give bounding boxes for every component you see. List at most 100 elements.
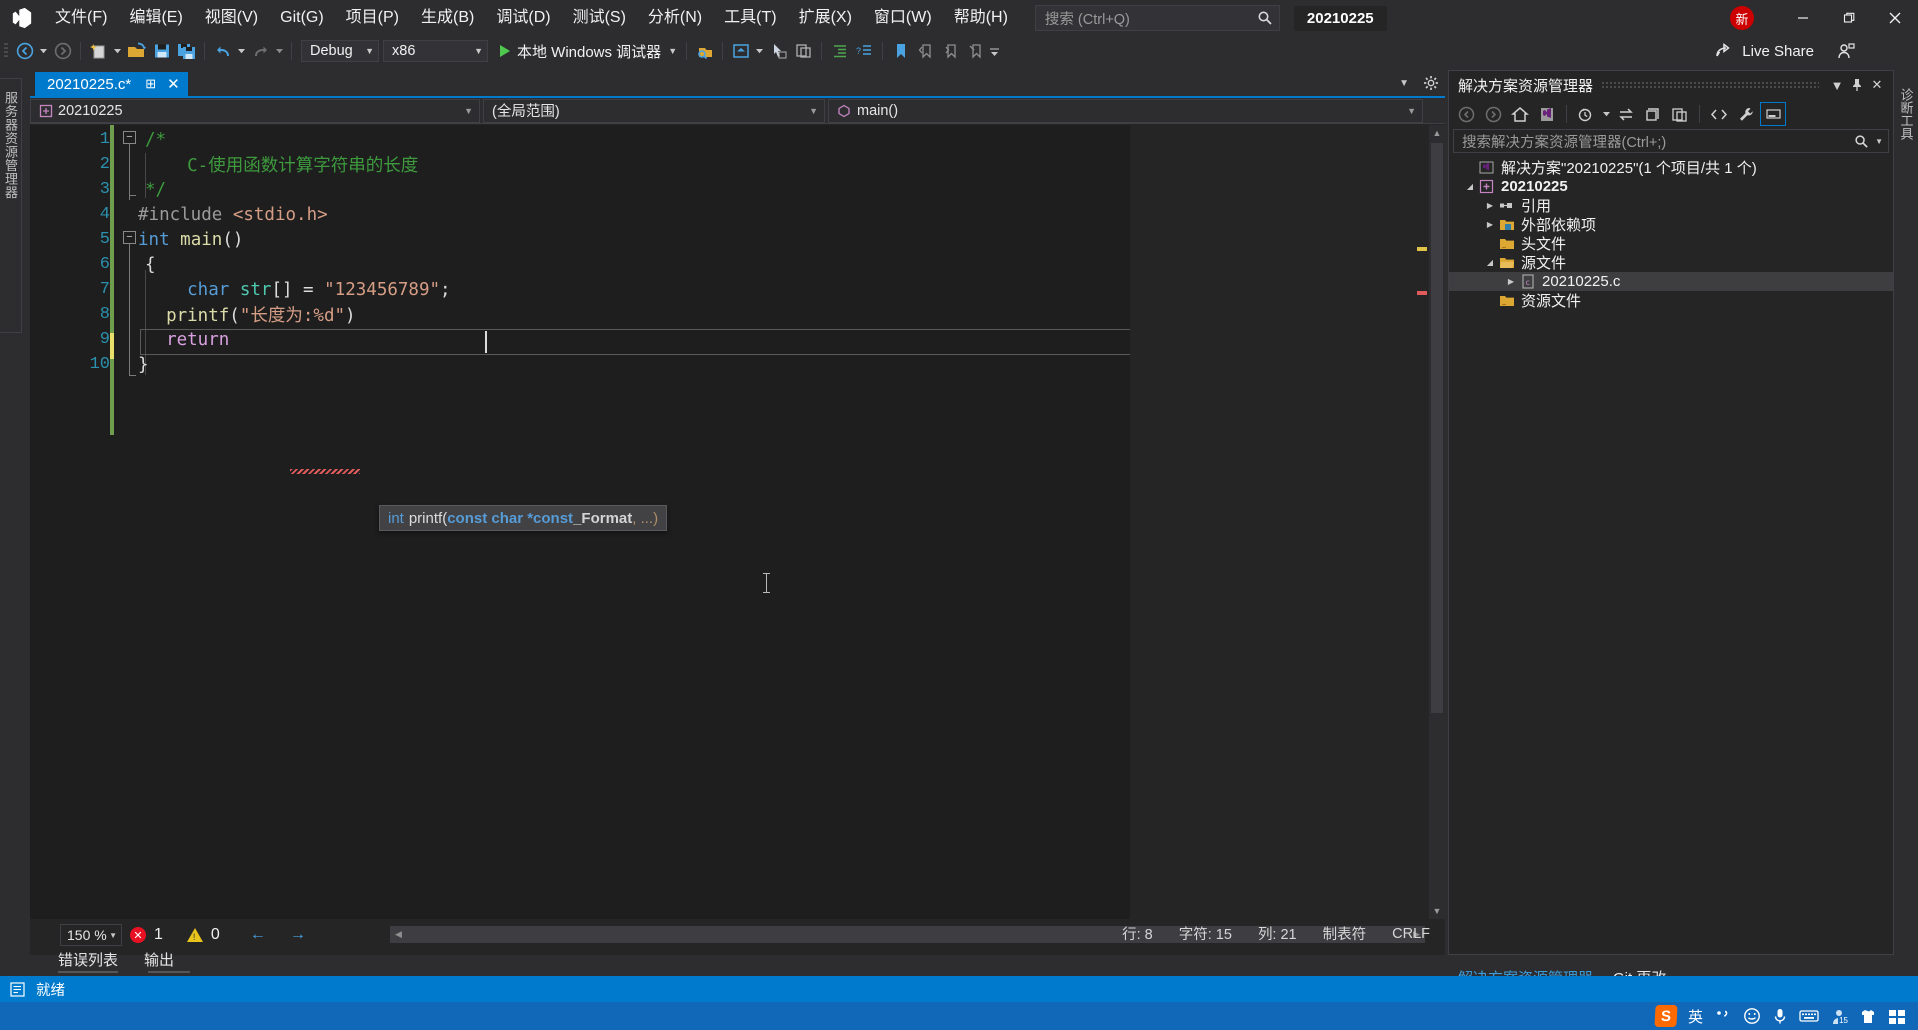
nav-scope-combo[interactable]: (全局范围) ▼ bbox=[483, 98, 825, 123]
open-file-icon[interactable] bbox=[124, 39, 149, 63]
redo-dropdown[interactable] bbox=[273, 39, 286, 63]
tree-row-c-file[interactable]: ▶ c 20210225.c bbox=[1449, 272, 1893, 291]
next-issue-arrow-icon[interactable]: → bbox=[290, 926, 306, 944]
tree-expander-extdeps[interactable]: ▶ bbox=[1483, 220, 1497, 229]
attach-process-icon[interactable] bbox=[692, 39, 717, 63]
preview-window-icon[interactable] bbox=[728, 39, 753, 63]
minimize-button[interactable] bbox=[1780, 0, 1826, 36]
next-bookmark-icon[interactable] bbox=[938, 39, 963, 63]
pending-changes-icon[interactable] bbox=[1573, 102, 1599, 126]
scroll-left-arrow[interactable]: ◀ bbox=[390, 926, 407, 943]
menu-view[interactable]: 视图(V) bbox=[194, 0, 269, 36]
solution-platform-combo[interactable]: x86 ▼ bbox=[383, 40, 488, 62]
eol-indicator[interactable]: CRLF bbox=[1392, 926, 1430, 942]
undo-icon[interactable] bbox=[210, 39, 235, 63]
new-feature-badge[interactable]: 新 bbox=[1730, 6, 1754, 30]
forward-icon[interactable] bbox=[1480, 102, 1506, 126]
tree-row-project[interactable]: ◢ 20210225 bbox=[1449, 177, 1893, 196]
ime-microphone-icon[interactable] bbox=[1772, 1007, 1788, 1025]
home-icon[interactable] bbox=[1507, 102, 1533, 126]
solution-explorer-search-input[interactable]: 搜索解决方案资源管理器(Ctrl+;) ▼ bbox=[1453, 129, 1889, 153]
add-collaborator-icon[interactable] bbox=[1836, 42, 1856, 60]
outdent-icon[interactable]: ? bbox=[852, 39, 877, 63]
new-project-icon[interactable] bbox=[86, 39, 111, 63]
menu-analyze[interactable]: 分析(N) bbox=[637, 0, 713, 36]
menu-window[interactable]: 窗口(W) bbox=[863, 0, 943, 36]
search-options-chevron-icon[interactable]: ▼ bbox=[1875, 137, 1883, 146]
tree-row-header-files[interactable]: 头文件 bbox=[1449, 234, 1893, 253]
ime-punctuation-icon[interactable] bbox=[1714, 1008, 1732, 1024]
preview-selected-items-icon[interactable] bbox=[1760, 102, 1786, 126]
tab-error-list[interactable]: 错误列表 bbox=[58, 949, 118, 970]
menu-file[interactable]: 文件(F) bbox=[44, 0, 118, 36]
tree-row-source-files[interactable]: ◢ 源文件 bbox=[1449, 253, 1893, 272]
ime-keyboard-icon[interactable] bbox=[1799, 1008, 1819, 1024]
properties-wrench-icon[interactable] bbox=[1733, 102, 1759, 126]
tab-list-dropdown-icon[interactable]: ▼ bbox=[1399, 78, 1409, 89]
panel-menu-chevron-icon[interactable]: ▼ bbox=[1827, 74, 1847, 96]
show-all-files-icon[interactable] bbox=[1706, 102, 1732, 126]
ime-toolbox-icon[interactable] bbox=[1888, 1008, 1906, 1025]
ime-skin-icon[interactable] bbox=[1859, 1008, 1877, 1025]
editor-tab-20210225-c[interactable]: 20210225.c* ⊞ ✕ bbox=[35, 72, 188, 96]
code-editor-area[interactable]: − − 1 /* 2 C-使用函数计算字符串的长度 3 */ 4 #includ… bbox=[30, 125, 1130, 919]
preview-dropdown[interactable] bbox=[753, 39, 766, 63]
tree-row-resource-files[interactable]: 资源文件 bbox=[1449, 291, 1893, 310]
tab-output[interactable]: 输出 bbox=[144, 949, 174, 970]
scrollbar-thumb[interactable] bbox=[1431, 143, 1443, 713]
fold-marker-comment[interactable]: − bbox=[123, 131, 136, 144]
clear-bookmarks-icon[interactable] bbox=[963, 39, 988, 63]
gear-icon[interactable] bbox=[1423, 75, 1439, 91]
menu-project[interactable]: 项目(P) bbox=[335, 0, 410, 36]
live-share-button[interactable]: Live Share bbox=[1715, 36, 1856, 66]
menu-help[interactable]: 帮助(H) bbox=[943, 0, 1019, 36]
menu-test[interactable]: 测试(S) bbox=[562, 0, 637, 36]
tree-row-external-dependencies[interactable]: ▶ 外部依赖项 bbox=[1449, 215, 1893, 234]
navigate-back-dropdown[interactable] bbox=[37, 39, 50, 63]
close-button[interactable] bbox=[1872, 0, 1918, 36]
quick-search-input[interactable]: 搜索 (Ctrl+Q) bbox=[1034, 5, 1280, 31]
tree-expander-references[interactable]: ▶ bbox=[1483, 201, 1497, 210]
fold-marker-main[interactable]: − bbox=[123, 231, 136, 244]
navigate-back-button[interactable] bbox=[12, 39, 37, 63]
indent-icon[interactable] bbox=[827, 39, 852, 63]
solution-configuration-combo[interactable]: Debug ▼ bbox=[301, 40, 379, 62]
back-icon[interactable] bbox=[1453, 102, 1479, 126]
panel-drag-dots[interactable] bbox=[1601, 80, 1819, 90]
pending-changes-chevron-icon[interactable] bbox=[1600, 102, 1612, 126]
sync-with-active-document-icon[interactable] bbox=[1613, 102, 1639, 126]
sogou-ime-icon[interactable]: S bbox=[1654, 1005, 1678, 1027]
menu-extensions[interactable]: 扩展(X) bbox=[788, 0, 863, 36]
collapse-all-icon[interactable] bbox=[1667, 102, 1693, 126]
nav-project-combo[interactable]: 20210225 ▼ bbox=[30, 98, 480, 123]
toggle-bookmark-icon[interactable] bbox=[888, 39, 913, 63]
tree-expander-cfile[interactable]: ▶ bbox=[1504, 277, 1518, 286]
editor-vertical-scrollbar[interactable]: ▲ ▼ bbox=[1429, 125, 1445, 919]
toolbar-overflow-button[interactable] bbox=[988, 39, 1001, 63]
tree-row-references[interactable]: ▶ 引用 bbox=[1449, 196, 1893, 215]
new-project-dropdown[interactable] bbox=[111, 39, 124, 63]
save-all-icon[interactable] bbox=[174, 39, 199, 63]
toolbar-grip[interactable] bbox=[0, 36, 12, 66]
redo-icon[interactable] bbox=[248, 39, 273, 63]
pin-panel-icon[interactable] bbox=[1847, 74, 1867, 96]
menu-edit[interactable]: 编辑(E) bbox=[118, 0, 193, 36]
tree-row-solution[interactable]: 解决方案"20210225"(1 个项目/共 1 个) bbox=[1449, 158, 1893, 177]
select-element-icon[interactable] bbox=[766, 39, 791, 63]
server-explorer-tab[interactable]: 服务器资源管理器 bbox=[0, 78, 22, 333]
prev-issue-arrow-icon[interactable]: ← bbox=[250, 926, 266, 944]
close-panel-icon[interactable]: ✕ bbox=[1867, 74, 1887, 96]
switch-views-icon[interactable] bbox=[1534, 102, 1560, 126]
close-tab-icon[interactable]: ✕ bbox=[167, 75, 180, 93]
start-debug-dropdown-icon[interactable]: ▼ bbox=[668, 46, 677, 56]
tree-expander-project[interactable]: ◢ bbox=[1463, 182, 1477, 191]
scroll-up-arrow[interactable]: ▲ bbox=[1429, 125, 1445, 141]
save-icon[interactable] bbox=[149, 39, 174, 63]
diagnostic-tools-tab[interactable]: 诊断工具 bbox=[1894, 78, 1918, 343]
ime-user-icon[interactable]: 15 bbox=[1830, 1008, 1849, 1026]
start-debug-button[interactable]: 本地 Windows 调试器 ▼ bbox=[496, 39, 681, 63]
menu-build[interactable]: 生成(B) bbox=[410, 0, 485, 36]
tab-mode-indicator[interactable]: 制表符 bbox=[1323, 923, 1367, 944]
menu-tools[interactable]: 工具(T) bbox=[713, 0, 787, 36]
tree-expander-sources[interactable]: ◢ bbox=[1483, 258, 1497, 267]
